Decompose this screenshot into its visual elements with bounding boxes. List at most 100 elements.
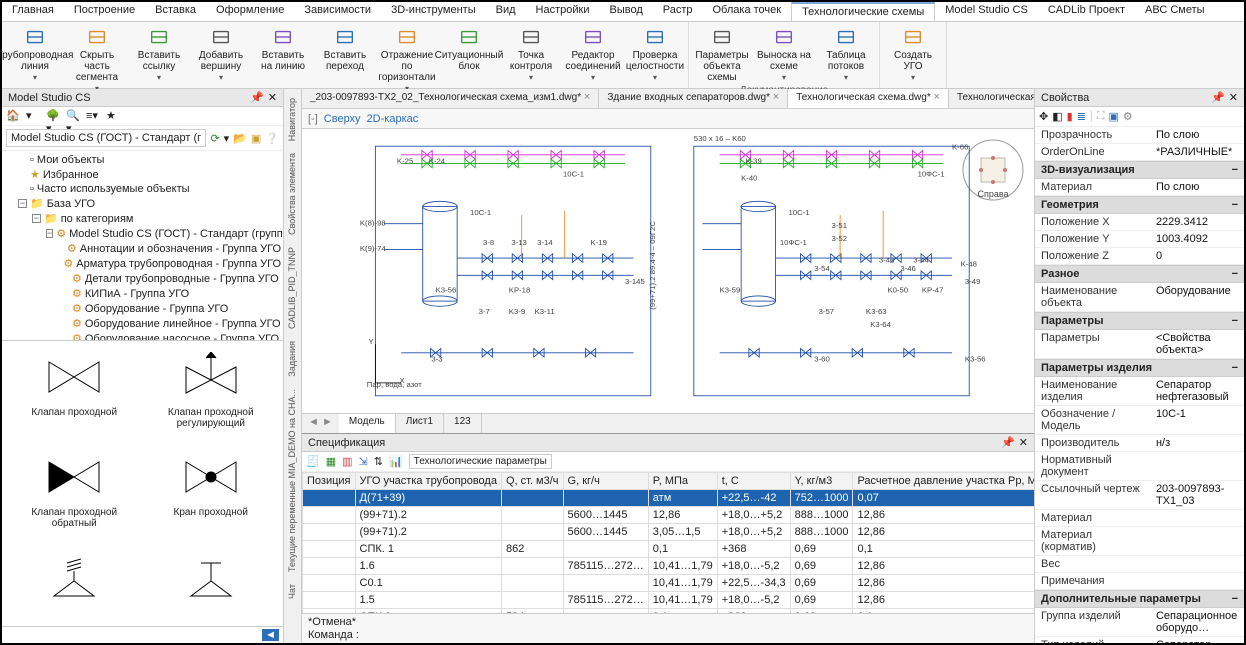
tree-node[interactable]: ⚙Арматура трубопроводная - Группа УГО bbox=[60, 256, 281, 271]
palette-item[interactable] bbox=[8, 546, 141, 620]
prop-row[interactable]: Наименование изделияСепаратор нефтегазов… bbox=[1035, 377, 1244, 406]
spec-table[interactable]: ПозицияУГО участка трубопроводаQ, ст. м3… bbox=[302, 472, 1034, 613]
cube-icon[interactable]: ▣ bbox=[1108, 110, 1118, 123]
layer-icon[interactable]: ≣ bbox=[1077, 110, 1086, 123]
swatch-icon[interactable]: ▮ bbox=[1067, 110, 1073, 123]
prop-row[interactable]: Обозначение / Модель10С-1 bbox=[1035, 406, 1244, 435]
prop-section-header[interactable]: Дополнительные параметры− bbox=[1035, 590, 1244, 608]
prop-section-header[interactable]: Разное− bbox=[1035, 265, 1244, 283]
filter-icon[interactable]: ▾ bbox=[26, 109, 40, 123]
ribbon-button[interactable]: Параметры объекта схемы bbox=[693, 24, 751, 85]
spec-profile-select[interactable]: Технологические параметры bbox=[409, 454, 552, 469]
tree-node[interactable]: ★Избранное bbox=[18, 167, 281, 182]
prop-row[interactable]: Производительн/з bbox=[1035, 435, 1244, 452]
tree-node[interactable]: ⚙Детали трубопроводные - Группа УГО bbox=[60, 271, 281, 286]
palette-item[interactable]: Клапан проходной обратный bbox=[8, 447, 141, 543]
tree-node[interactable]: −📁по категориям bbox=[32, 211, 281, 226]
library-select[interactable] bbox=[6, 129, 206, 147]
table-row[interactable]: 1.5785115…272…10,41…1,79+18,0…-5,20,6912… bbox=[303, 592, 1035, 609]
side-tab[interactable]: Текущие переменные MIA_DEMO на СНА... bbox=[284, 384, 301, 577]
side-tab[interactable]: Задания bbox=[284, 336, 301, 382]
prop-row[interactable]: Материал bbox=[1035, 510, 1244, 527]
refresh-icon[interactable]: ⟳ bbox=[210, 132, 219, 145]
command-line[interactable]: *Отмена* Команда : bbox=[302, 613, 1034, 643]
ribbon-button[interactable]: Точка контроля▾ bbox=[502, 24, 560, 96]
panel-pin-icon[interactable]: 📌 bbox=[1211, 91, 1225, 104]
search-icon[interactable]: 🔍▾ bbox=[66, 109, 80, 123]
side-tab[interactable]: CADLIB_PID_TNNP bbox=[284, 242, 301, 334]
document-tab[interactable]: Технологическая схема установки.dwg* × bbox=[949, 89, 1034, 108]
menu-item[interactable]: Построение bbox=[64, 2, 145, 21]
prop-row[interactable]: OrderOnLine*РАЗЛИЧНЫЕ* bbox=[1035, 144, 1244, 161]
open-folder-icon[interactable]: 📂 bbox=[233, 132, 247, 145]
prop-section-header[interactable]: Параметры изделия− bbox=[1035, 359, 1244, 377]
menu-item[interactable]: Облака точек bbox=[703, 2, 792, 21]
document-tab[interactable]: _203-0097893-ТХ2_02_Технологическая схем… bbox=[302, 89, 599, 108]
prop-row[interactable]: Ссылочный чертеж203-0097893-ТХ1_03 bbox=[1035, 481, 1244, 510]
close-icon[interactable]: × bbox=[584, 91, 590, 103]
ribbon-button[interactable]: Проверка целостности▾ bbox=[626, 24, 684, 96]
fav-icon[interactable]: ★ bbox=[106, 109, 120, 123]
table-row[interactable]: С0.110,41…1,79+22,5…-34,30,6912,86 bbox=[303, 575, 1035, 592]
side-tab[interactable]: Свойства элемента bbox=[284, 148, 301, 240]
list-icon[interactable]: ≡▾ bbox=[86, 109, 100, 123]
schematic-canvas[interactable]: Справа 10C-110C-1530 x 16 – K60K-25K-24K… bbox=[302, 129, 1034, 413]
panel-close-icon[interactable]: ✕ bbox=[1019, 436, 1028, 449]
view-style[interactable]: 2D-каркас bbox=[367, 113, 419, 125]
spec-grid-icon[interactable]: ▦ bbox=[326, 455, 336, 468]
prop-row[interactable]: МатериалПо слою bbox=[1035, 179, 1244, 196]
ribbon-button[interactable]: Ситуационный блок bbox=[440, 24, 498, 96]
palette-item[interactable]: Клапан проходной bbox=[8, 347, 141, 443]
panel-close-icon[interactable]: ✕ bbox=[1229, 91, 1238, 104]
panel-pin-icon[interactable]: 📌 bbox=[1001, 436, 1015, 449]
ribbon-button[interactable]: Скрыть часть сегмента▾ bbox=[68, 24, 126, 96]
prop-row[interactable]: Положение Y1003.4092 bbox=[1035, 231, 1244, 248]
tree-node[interactable]: ⚙Оборудование - Группа УГО bbox=[60, 301, 281, 316]
tree-node[interactable]: ⚙Оборудование насосное - Группа УГО bbox=[60, 331, 281, 341]
spec-icon[interactable]: 🧾 bbox=[306, 455, 320, 468]
menu-item[interactable]: Растр bbox=[653, 2, 703, 21]
menu-item[interactable]: Вставка bbox=[145, 2, 206, 21]
ribbon-button[interactable]: Отражение по горизонтали▾ bbox=[378, 24, 436, 96]
tree-node[interactable]: −📁База УГО bbox=[18, 196, 281, 211]
highlight-icon[interactable]: ◧ bbox=[1052, 110, 1062, 123]
prop-row[interactable]: Материал (корматив) bbox=[1035, 527, 1244, 556]
tree-node[interactable]: ⚙Аннотации и обозначения - Группа УГО bbox=[60, 241, 281, 256]
prop-row[interactable]: Параметры<Свойства объекта> bbox=[1035, 330, 1244, 359]
ribbon-button[interactable]: Добавить вершину▾ bbox=[192, 24, 250, 96]
table-row[interactable]: (99+71).25600…144512,86+18,0…+5,2888…100… bbox=[303, 507, 1035, 524]
tree-node[interactable]: ▫Часто используемые объекты bbox=[18, 182, 281, 196]
layout-tab[interactable]: Лист1 bbox=[396, 414, 444, 433]
table-row[interactable]: 1.6785115…272…10,41…1,79+18,0…-5,20,6912… bbox=[303, 558, 1035, 575]
tree-node[interactable]: ▫Мои объекты bbox=[18, 153, 281, 167]
filter-off-icon[interactable]: ⛶ bbox=[1097, 110, 1105, 123]
menu-item[interactable]: Зависимости bbox=[294, 2, 381, 21]
ribbon-button[interactable]: Вставить на линию bbox=[254, 24, 312, 96]
palette-item[interactable]: Кран проходной bbox=[145, 447, 278, 543]
menu-item[interactable]: Вид bbox=[486, 2, 526, 21]
panel-close-icon[interactable]: ✕ bbox=[268, 91, 277, 104]
prop-section-header[interactable]: Геометрия− bbox=[1035, 196, 1244, 214]
prop-row[interactable]: Тип изделийСепаратор bbox=[1035, 637, 1244, 643]
menu-item[interactable]: АВС Сметы bbox=[1135, 2, 1215, 21]
collapse-left-icon[interactable]: ◄ bbox=[262, 629, 279, 641]
document-tab[interactable]: Технологическая схема.dwg* × bbox=[788, 89, 949, 108]
ribbon-button[interactable]: Таблица потоков▾ bbox=[817, 24, 875, 85]
home-icon[interactable]: 🏠 bbox=[6, 109, 20, 123]
folder-dd-icon[interactable]: ▣ bbox=[251, 132, 261, 145]
close-icon[interactable]: × bbox=[773, 91, 779, 103]
palette-item[interactable]: Клапан проходной регулирующий bbox=[145, 347, 278, 443]
menu-item[interactable]: Технологические схемы bbox=[791, 2, 935, 21]
table-row[interactable]: СПК. 18620,1+3680,690,1 bbox=[303, 541, 1035, 558]
menu-item[interactable]: Настройки bbox=[526, 2, 600, 21]
panel-pin-icon[interactable]: 📌 bbox=[250, 91, 264, 104]
tree-node[interactable]: ⚙КИПиА - Группа УГО bbox=[60, 286, 281, 301]
table-row[interactable]: Д(71+39)атм+22,5…-42752…10000,07 bbox=[303, 490, 1035, 507]
prop-section-header[interactable]: Параметры− bbox=[1035, 312, 1244, 330]
prop-row[interactable]: ПрозрачностьПо слою bbox=[1035, 127, 1244, 144]
ribbon-button[interactable]: Выноска на схеме▾ bbox=[755, 24, 813, 85]
layout-tab[interactable]: Модель bbox=[339, 414, 396, 433]
document-tab[interactable]: Здание входных сепараторов.dwg* × bbox=[599, 89, 788, 108]
prop-row[interactable]: Примечания bbox=[1035, 573, 1244, 590]
ribbon-button[interactable]: Вставить ссылку▾ bbox=[130, 24, 188, 96]
